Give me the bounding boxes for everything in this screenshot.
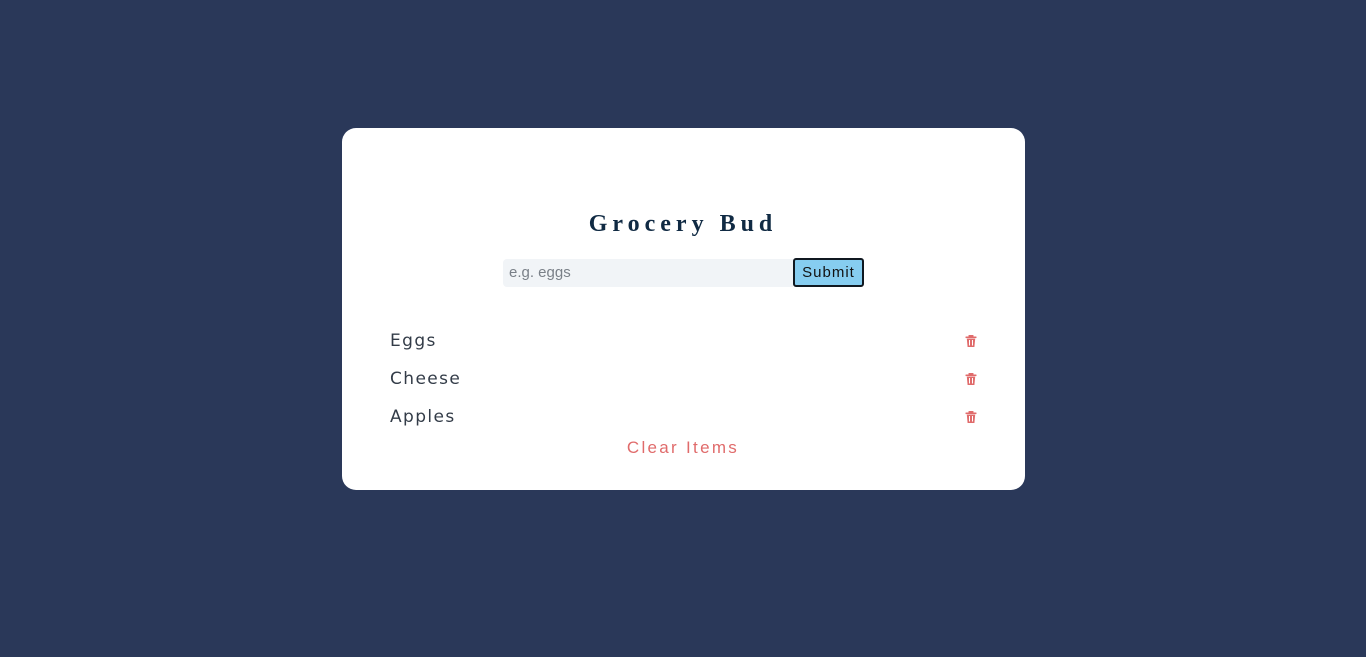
page-title: Grocery Bud bbox=[588, 211, 778, 237]
grocery-form: Submit bbox=[503, 258, 864, 287]
list-item: Apples bbox=[390, 404, 980, 430]
trash-icon[interactable] bbox=[964, 334, 978, 348]
grocery-card bbox=[342, 128, 1025, 490]
submit-button[interactable]: Submit bbox=[793, 258, 864, 287]
trash-icon[interactable] bbox=[964, 410, 978, 424]
trash-icon[interactable] bbox=[964, 372, 978, 386]
list-item: Eggs bbox=[390, 328, 980, 354]
item-label: Cheese bbox=[390, 369, 462, 389]
item-label: Eggs bbox=[390, 331, 437, 351]
item-label: Apples bbox=[390, 407, 456, 427]
list-item: Cheese bbox=[390, 366, 980, 392]
grocery-input[interactable] bbox=[503, 258, 793, 287]
clear-items-button[interactable]: Clear Items bbox=[0, 437, 1366, 459]
